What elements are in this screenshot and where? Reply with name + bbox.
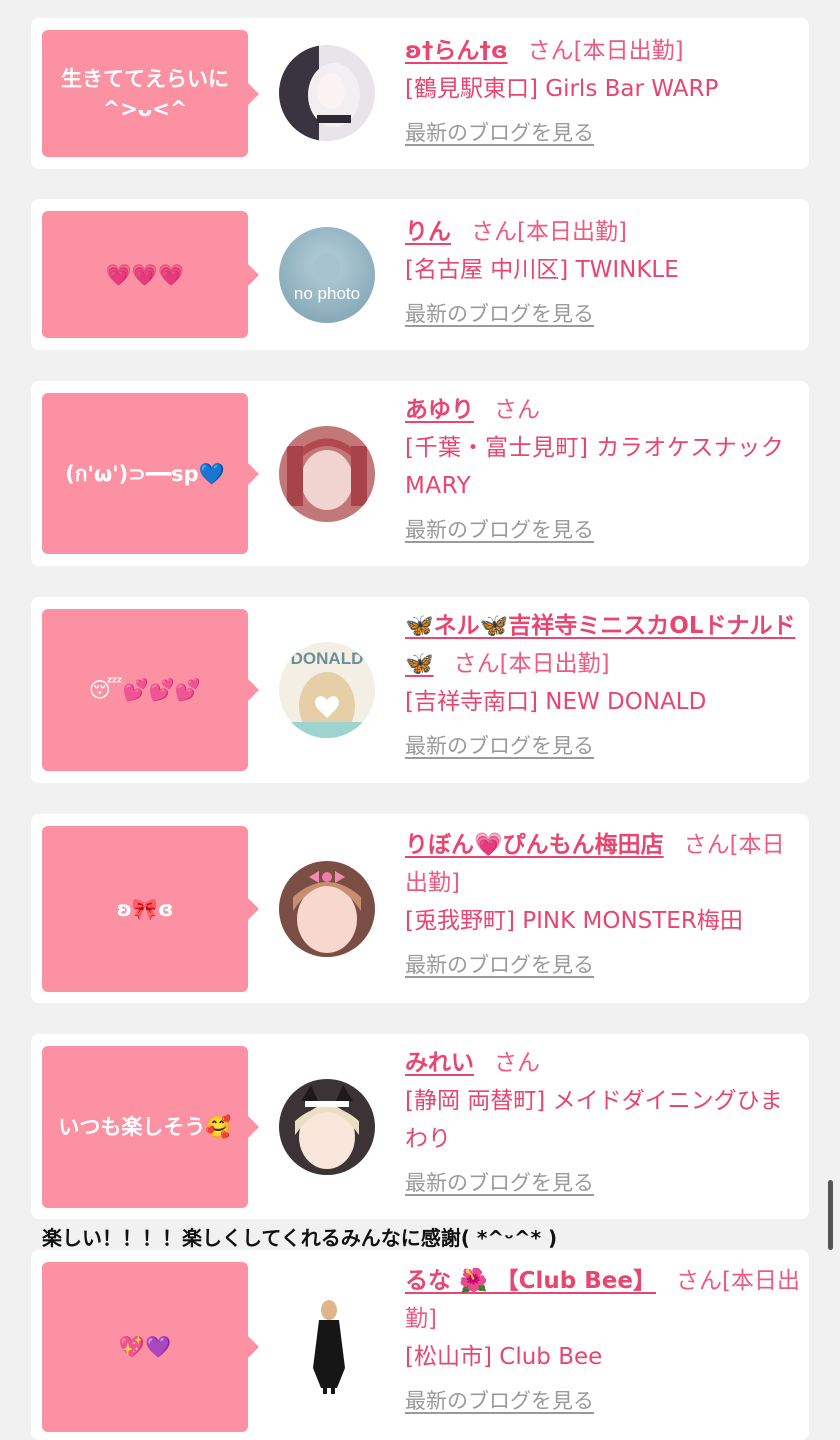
comment-bubble: いつも楽しそう🥰	[42, 1046, 259, 1208]
shop-info: [兎我野町] PINK MONSTER梅田	[405, 908, 743, 934]
girl-name-link[interactable]: みれい	[405, 1050, 474, 1076]
avatar[interactable]	[279, 426, 375, 522]
shop-info: [鶴見駅東口] Girls Bar WARP	[405, 76, 719, 102]
girl-name-link[interactable]: あゆり	[405, 397, 474, 423]
girl-card: 💖💜 るな 🌺 【Club Bee】 さん[本日出勤] [松山市] Club Be…	[31, 1250, 809, 1440]
comment-bubble: 生きててえらいに ^>ᴗ<^	[42, 30, 259, 157]
honorific-status: さん[本日出勤]	[471, 219, 627, 245]
honorific-status: さん	[494, 1050, 540, 1076]
shop-info: [千葉・富士見町] カラオケスナック MARY	[405, 435, 785, 499]
latest-blog-link[interactable]: 最新のブログを見る	[405, 114, 594, 152]
avatar[interactable]	[279, 45, 375, 141]
girl-info: 🦋ネル🦋吉祥寺ミニスカOLドナルド🦋 さん[本日出勤] [吉祥寺南口] NEW D…	[405, 607, 801, 765]
avatar[interactable]: DONALD	[279, 642, 375, 738]
comment-bubble: 💗💗💗	[42, 211, 259, 338]
scrollbar[interactable]	[828, 1180, 833, 1250]
no-photo-avatar[interactable]: no photo	[279, 227, 375, 323]
honorific-status: さん	[494, 397, 540, 423]
shop-info: [松山市] Club Bee	[405, 1344, 603, 1370]
latest-blog-link[interactable]: 最新のブログを見る	[405, 511, 594, 549]
avatar[interactable]	[279, 1298, 375, 1394]
girl-name-link[interactable]: りん	[405, 219, 451, 245]
shop-info: [静岡 両替町] メイドダイニングひまわり	[405, 1088, 783, 1152]
avatar[interactable]	[279, 1079, 375, 1175]
comment-bubble: ʚ🎀ɞ	[42, 826, 259, 992]
girl-card: (ก'ω')⊃━━sp💙 あゆり さん [千葉・富士見町] カラオケスナック MA…	[31, 381, 809, 566]
latest-blog-link[interactable]: 最新のブログを見る	[405, 295, 594, 333]
girl-card: いつも楽しそう🥰 みれい さん [静岡 両替町] メイドダイニングひまわり 最新の…	[31, 1034, 809, 1219]
girl-name-link[interactable]: りぼん💗ぴんもん梅田店	[405, 832, 664, 858]
girl-info: あゆり さん [千葉・富士見町] カラオケスナック MARY 最新のブログを見る	[405, 391, 801, 549]
comment-bubble: 😴💕💕💕	[42, 609, 259, 771]
girl-info: るな 🌺 【Club Bee】 さん[本日出勤] [松山市] Club Bee 最…	[405, 1262, 801, 1420]
avatar-logo-text: DONALD	[291, 649, 364, 668]
girl-info: みれい さん [静岡 両替町] メイドダイニングひまわり 最新のブログを見る	[405, 1044, 801, 1202]
girl-card: 💗💗💗 no photo りん さん[本日出勤] [名古屋 中川区] TWINKL…	[31, 199, 809, 350]
girl-name-link[interactable]: ʚ†らん†ɞ	[405, 38, 508, 64]
latest-blog-link[interactable]: 最新のブログを見る	[405, 727, 594, 765]
girl-info: りん さん[本日出勤] [名古屋 中川区] TWINKLE 最新のブログを見る	[405, 213, 801, 333]
latest-blog-link[interactable]: 最新のブログを見る	[405, 1382, 594, 1420]
latest-blog-link[interactable]: 最新のブログを見る	[405, 946, 594, 984]
girl-card: 生きててえらいに ^>ᴗ<^ ʚ†らん†ɞ さん[本日出勤] [鶴見駅東口] Gi…	[31, 18, 809, 169]
girl-name-link[interactable]: るな 🌺 【Club Bee】	[405, 1268, 656, 1294]
member-comment: 楽しい！！！！楽しくしてくれるみんなに感謝( *^ᵕ^* )	[42, 1226, 558, 1250]
honorific-status: さん[本日出勤]	[527, 38, 684, 64]
girl-card: ʚ🎀ɞ りぼん💗ぴんもん梅田店 さん[本日出勤] [兎我野町] PINK MONS…	[31, 814, 809, 1003]
girl-card: 😴💕💕💕 DONALD 🦋ネル🦋吉祥寺ミニスカOLドナルド🦋 さん[本日出勤] […	[31, 597, 809, 783]
girl-info: ʚ†らん†ɞ さん[本日出勤] [鶴見駅東口] Girls Bar WARP 最新…	[405, 32, 801, 152]
latest-blog-link[interactable]: 最新のブログを見る	[405, 1164, 594, 1202]
girl-info: りぼん💗ぴんもん梅田店 さん[本日出勤] [兎我野町] PINK MONSTER梅…	[405, 826, 801, 984]
honorific-status: さん[本日出勤]	[453, 651, 610, 677]
avatar[interactable]	[279, 861, 375, 957]
no-photo-label: no photo	[294, 284, 360, 303]
shop-info: [名古屋 中川区] TWINKLE	[405, 257, 679, 283]
shop-info: [吉祥寺南口] NEW DONALD	[405, 689, 707, 715]
comment-bubble: (ก'ω')⊃━━sp💙	[42, 393, 259, 554]
comment-bubble: 💖💜	[42, 1262, 259, 1432]
